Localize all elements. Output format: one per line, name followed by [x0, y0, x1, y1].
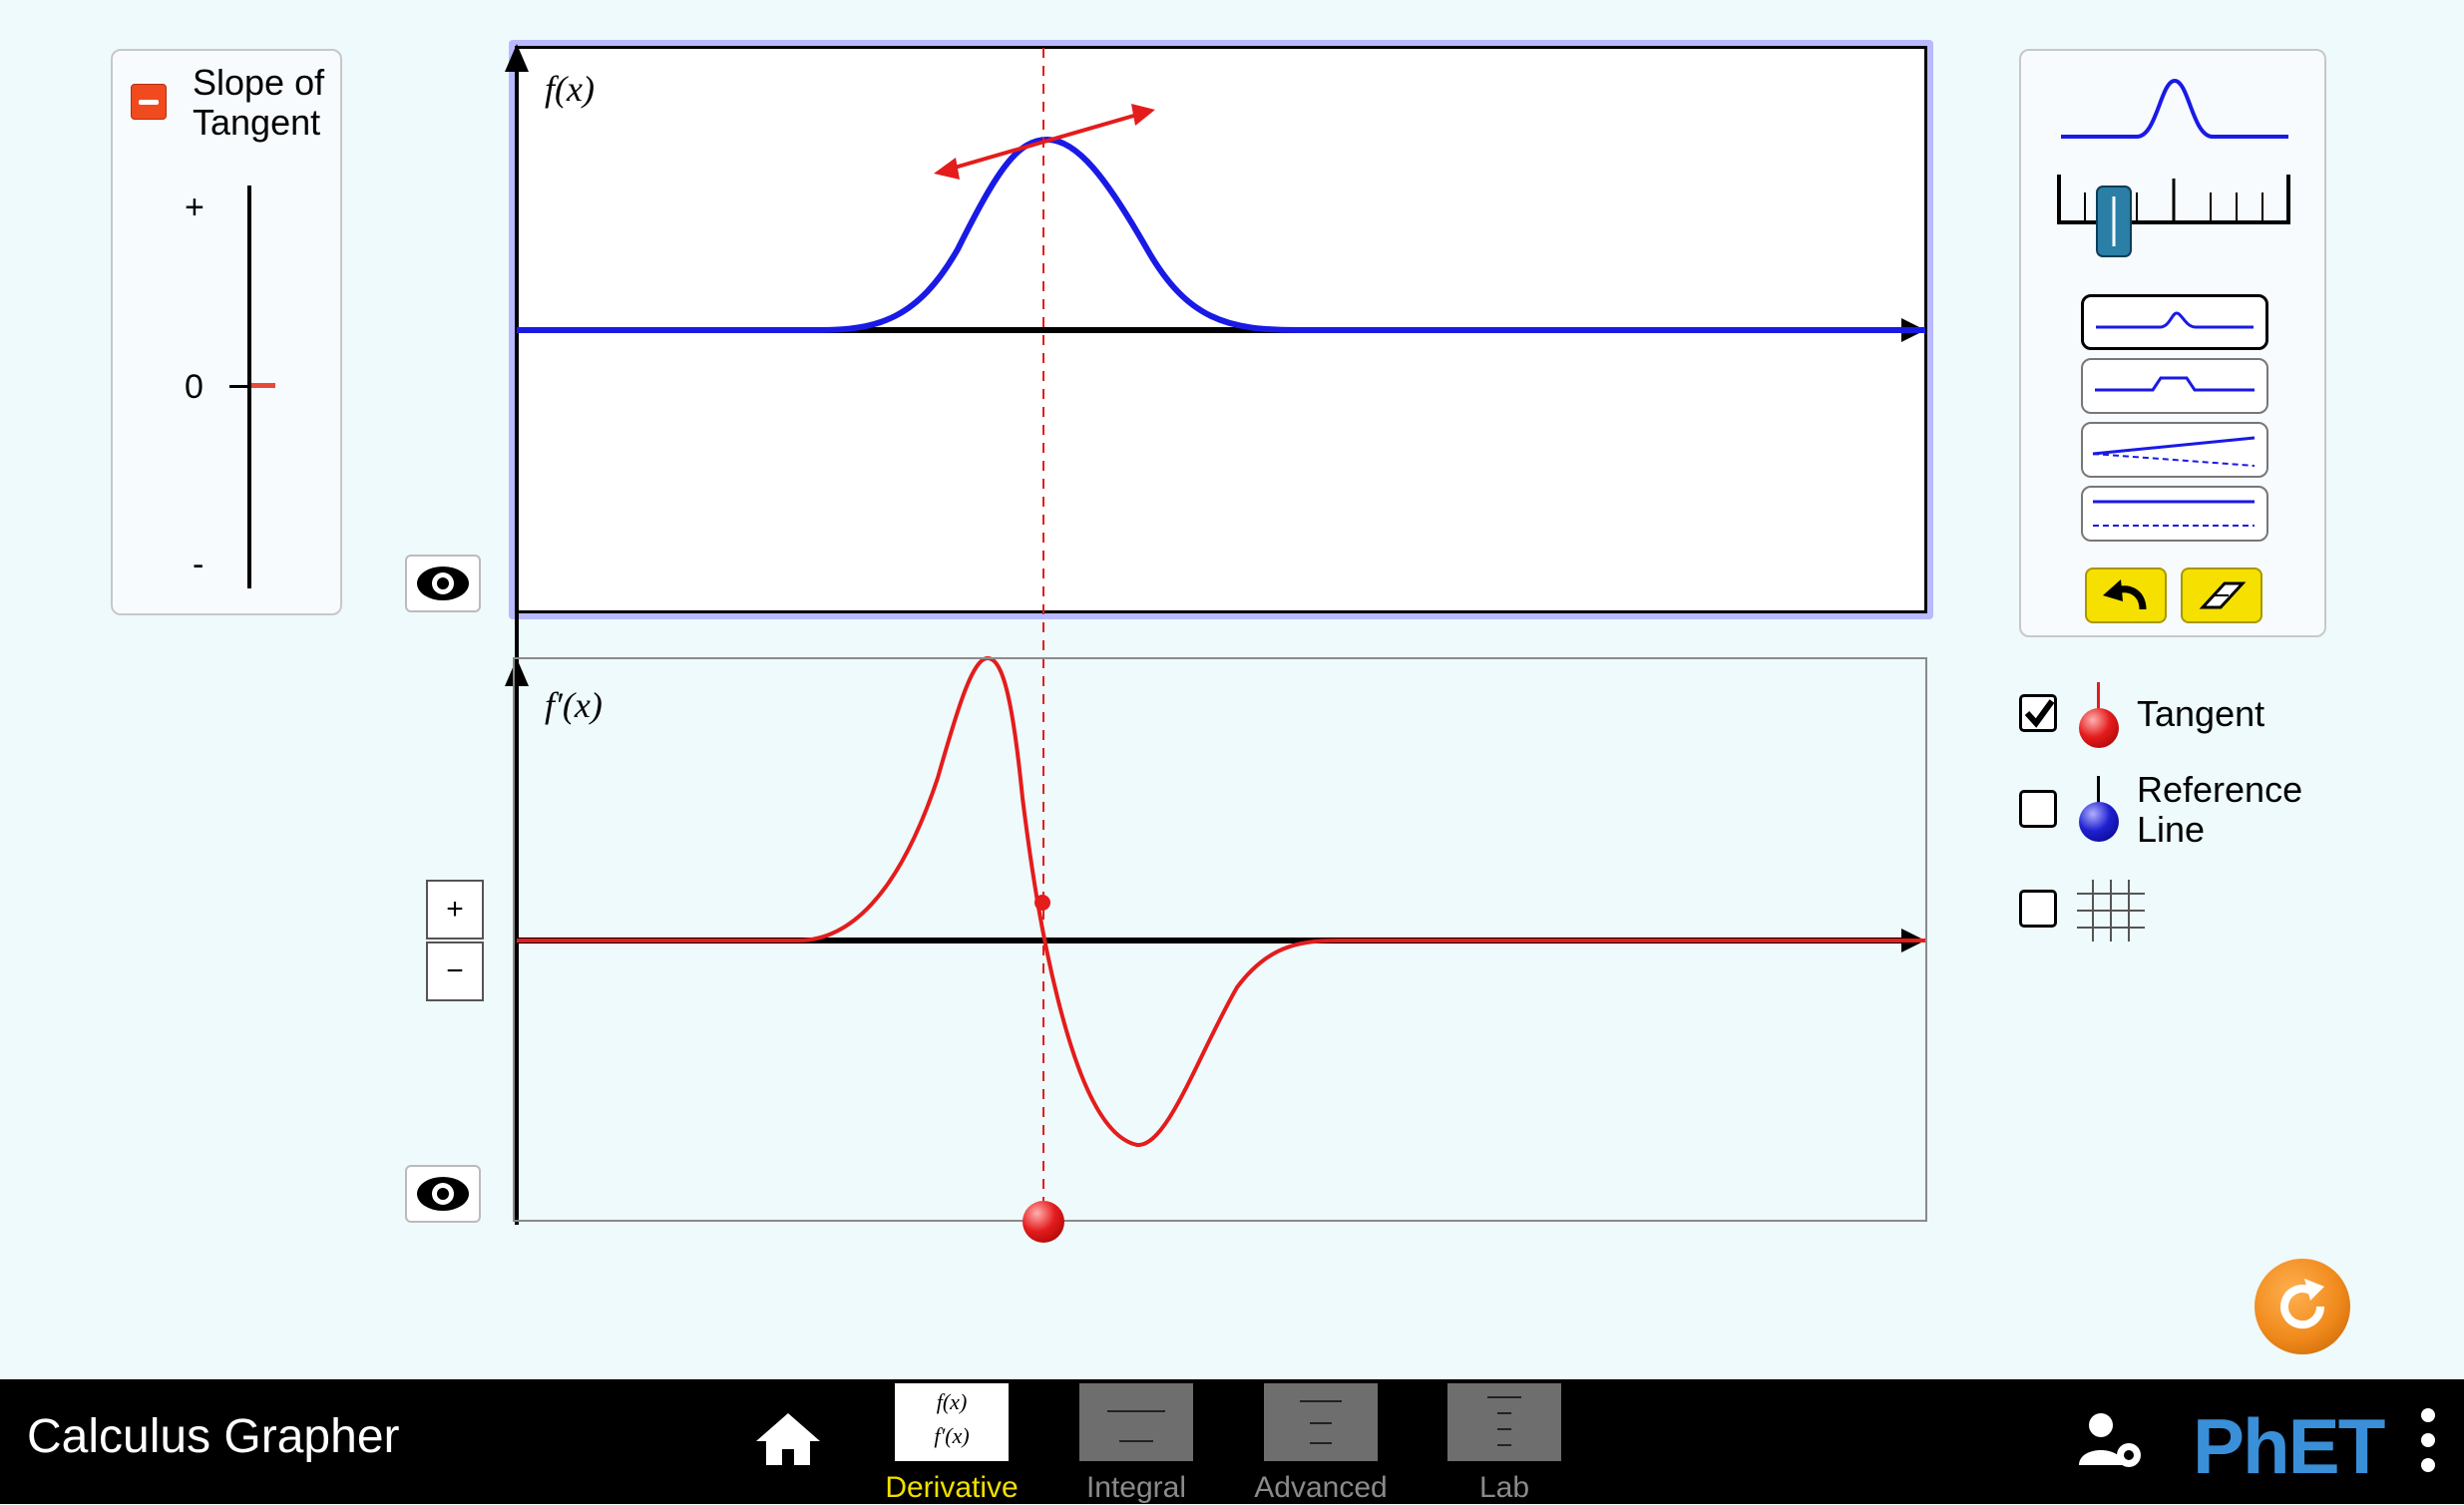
- tangent-ball-icon: [2079, 708, 2119, 748]
- home-button[interactable]: [754, 1411, 822, 1472]
- reference-ball-icon: [2079, 802, 2119, 842]
- plateau-curve-button[interactable]: [2081, 358, 2268, 414]
- kebab-menu-icon: [2421, 1408, 2435, 1472]
- home-icon: [756, 1413, 820, 1465]
- tab-advanced[interactable]: Advanced: [1254, 1383, 1388, 1504]
- tab-advanced-label: Advanced: [1254, 1471, 1388, 1504]
- undo-button[interactable]: [2085, 567, 2167, 623]
- curve-width-slider[interactable]: [2057, 175, 2292, 264]
- curve-manipulation-panel: [2019, 49, 2326, 637]
- tab-integral-label: Integral: [1085, 1471, 1187, 1504]
- derivative-icon-line2: f′(x): [934, 1423, 970, 1448]
- grid-checkbox-row[interactable]: [2019, 878, 2145, 947]
- gaussian-curve-button[interactable]: [2081, 294, 2268, 350]
- navigation-bar: Calculus Grapher f(x) f′(x) Derivative I…: [0, 1379, 2464, 1504]
- tab-derivative-label: Derivative: [885, 1471, 1019, 1504]
- curve-width-preview-icon: [2061, 78, 2288, 139]
- reset-all-button[interactable]: [2255, 1259, 2350, 1354]
- toggle-derivative-visibility-button[interactable]: [405, 1165, 481, 1223]
- tab-integral[interactable]: Integral: [1079, 1383, 1193, 1504]
- tab-lab[interactable]: Lab: [1447, 1383, 1561, 1504]
- advanced-tab-icon: [1264, 1383, 1378, 1461]
- plateau-icon: [2095, 376, 2255, 392]
- tangent-checkbox[interactable]: [2019, 694, 2057, 732]
- user-settings-icon: [2079, 1413, 2141, 1467]
- integral-tab-icon: [1079, 1383, 1193, 1461]
- reference-line-label: Reference Line: [2137, 770, 2302, 850]
- derivative-graph: [513, 657, 1927, 1222]
- grid-checkbox[interactable]: [2019, 890, 2057, 928]
- tangent-checkbox-row[interactable]: Tangent: [2019, 682, 2338, 748]
- reference-label-line2: Line: [2137, 809, 2206, 850]
- gaussian-icon: [2096, 311, 2254, 329]
- tilt-icon: [2092, 436, 2256, 467]
- tangent-scrubber-handle[interactable]: [1023, 1201, 1064, 1243]
- preferences-button[interactable]: [2077, 1409, 2147, 1478]
- top-y-axis-arrow: [505, 44, 529, 72]
- checkmark-icon: [2024, 699, 2055, 728]
- erase-button[interactable]: [2181, 567, 2262, 623]
- reference-label-line1: Reference: [2137, 769, 2303, 810]
- phet-logo[interactable]: PhET: [2193, 1401, 2385, 1492]
- reference-line-checkbox[interactable]: [2019, 790, 2057, 828]
- tilt-curve-button[interactable]: [2081, 422, 2268, 478]
- zoom-out-button[interactable]: −: [426, 941, 484, 1001]
- reset-icon: [2280, 1279, 2325, 1329]
- phet-menu-button[interactable]: [2416, 1405, 2440, 1480]
- tangent-arrow-right: [1131, 104, 1155, 126]
- zoom-in-button[interactable]: +: [426, 880, 484, 940]
- app-title: Calculus Grapher: [27, 1410, 400, 1463]
- eraser-icon: [2199, 581, 2247, 609]
- toggle-function-visibility-button[interactable]: [405, 555, 481, 612]
- eye-icon: [417, 566, 469, 600]
- tangent-label: Tangent: [2137, 693, 2265, 734]
- eye-icon: [417, 1177, 469, 1211]
- shift-icon: [2093, 500, 2255, 527]
- tab-lab-label: Lab: [1478, 1471, 1530, 1504]
- undo-icon: [2103, 579, 2147, 610]
- tangent-arrow-left: [934, 158, 960, 180]
- tab-derivative[interactable]: f(x) f′(x) Derivative: [885, 1383, 1019, 1504]
- derivative-tab-icon: f(x) f′(x): [895, 1383, 1009, 1461]
- lab-tab-icon: [1447, 1383, 1561, 1461]
- reference-line-checkbox-row[interactable]: Reference Line: [2019, 768, 2338, 858]
- derivative-graph-label: f′(x): [545, 685, 603, 725]
- shift-curve-button[interactable]: [2081, 486, 2268, 542]
- function-curve: [517, 136, 1925, 333]
- grid-icon: [2077, 880, 2145, 941]
- derivative-icon-line1: f(x): [936, 1389, 968, 1414]
